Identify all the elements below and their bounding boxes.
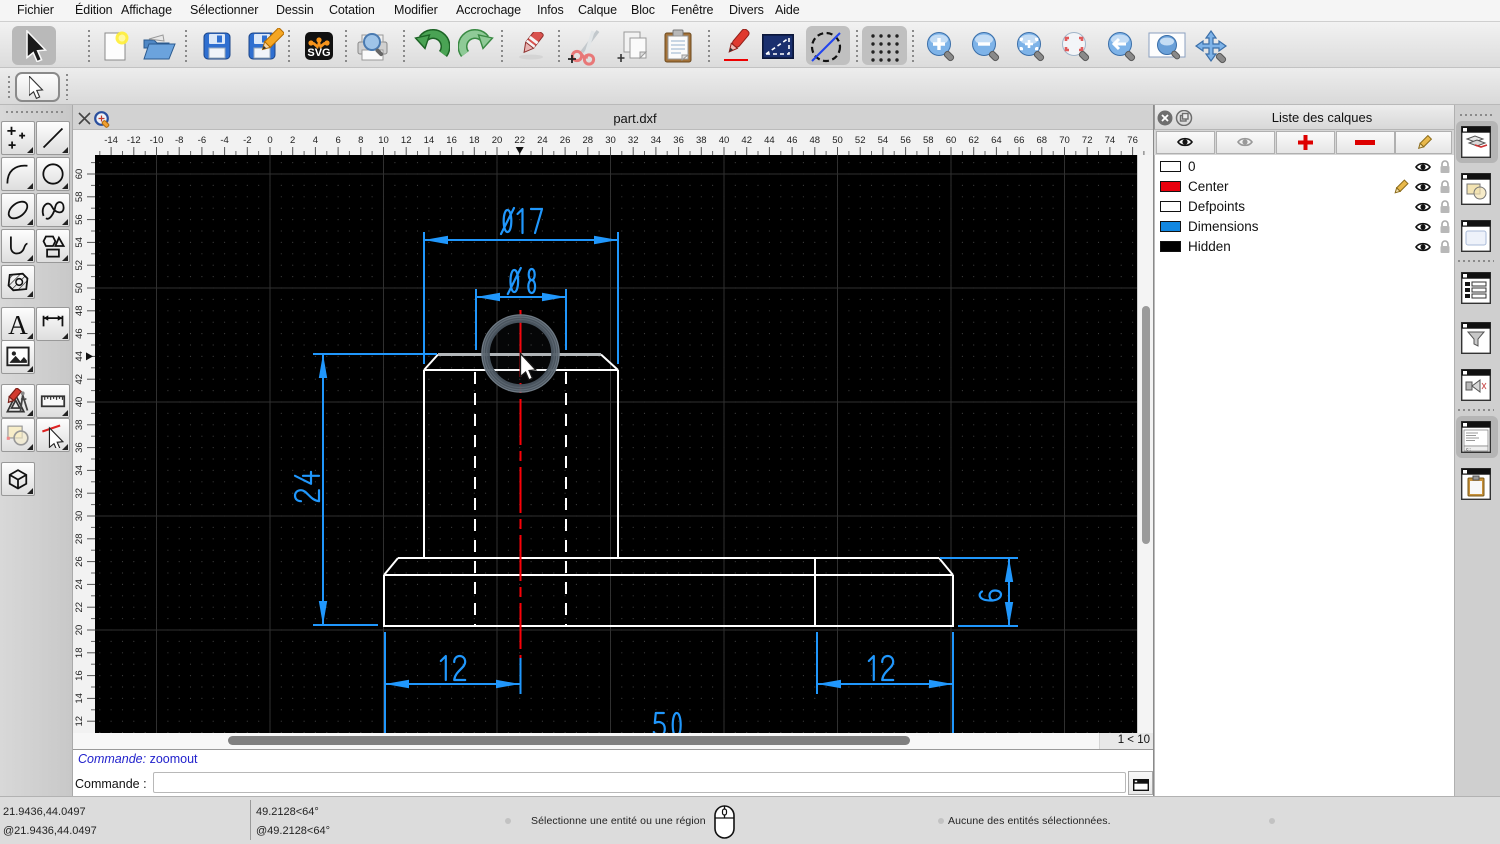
svg-text:40: 40	[719, 135, 730, 146]
svg-text:54: 54	[878, 135, 889, 146]
svg-text:28: 28	[583, 135, 594, 146]
svg-text:12: 12	[401, 135, 412, 146]
svg-text:A: A	[8, 311, 28, 337]
svg-text:32: 32	[628, 135, 639, 146]
svg-text:46: 46	[74, 328, 85, 339]
svg-text:42: 42	[74, 374, 85, 385]
svg-text:62: 62	[968, 135, 979, 146]
svg-text:16: 16	[446, 135, 457, 146]
svg-text:44: 44	[764, 135, 775, 146]
svg-text:14: 14	[74, 693, 85, 704]
svg-text:12: 12	[74, 716, 85, 727]
svg-text:48: 48	[74, 306, 85, 317]
svg-text:36: 36	[673, 135, 684, 146]
svg-text:-4: -4	[220, 135, 228, 146]
svg-text:72: 72	[1082, 135, 1093, 146]
svg-text:52: 52	[74, 260, 85, 271]
svg-text:36: 36	[74, 442, 85, 453]
svg-text:58: 58	[74, 192, 85, 203]
svg-text:14: 14	[424, 135, 435, 146]
svg-text:26: 26	[74, 556, 85, 567]
svg-text:60: 60	[74, 169, 85, 180]
svg-text:18: 18	[74, 648, 85, 659]
svg-text:6: 6	[335, 135, 340, 146]
svg-text:30: 30	[605, 135, 616, 146]
svg-text:-8: -8	[175, 135, 183, 146]
svg-text:50: 50	[74, 283, 85, 294]
svg-text:42: 42	[741, 135, 752, 146]
svg-text:30: 30	[74, 511, 85, 522]
svg-text:20: 20	[74, 625, 85, 636]
svg-text:44: 44	[74, 351, 85, 362]
svg-text:8: 8	[358, 135, 363, 146]
svg-text:24: 24	[537, 135, 548, 146]
svg-text:40: 40	[74, 397, 85, 408]
svg-text:10: 10	[378, 135, 389, 146]
svg-text:34: 34	[651, 135, 662, 146]
svg-text:32: 32	[74, 488, 85, 499]
svg-text:54: 54	[74, 237, 85, 248]
svg-text:68: 68	[1037, 135, 1048, 146]
svg-text:0: 0	[267, 135, 272, 146]
svg-text:58: 58	[923, 135, 934, 146]
svg-text:SVG: SVG	[307, 47, 330, 59]
svg-text:60: 60	[946, 135, 957, 146]
svg-text:52: 52	[855, 135, 866, 146]
svg-text:-2: -2	[243, 135, 251, 146]
svg-text:74: 74	[1105, 135, 1116, 146]
svg-text:66: 66	[1014, 135, 1025, 146]
svg-text:64: 64	[991, 135, 1002, 146]
svg-text:46: 46	[787, 135, 798, 146]
svg-text:2: 2	[290, 135, 295, 146]
svg-text:56: 56	[900, 135, 911, 146]
svg-text:22: 22	[514, 135, 525, 146]
svg-text:-12: -12	[127, 135, 141, 146]
svg-text:-6: -6	[198, 135, 206, 146]
svg-text:76: 76	[1127, 135, 1138, 146]
svg-text:50: 50	[832, 135, 843, 146]
svg-text:18: 18	[469, 135, 480, 146]
svg-text:4: 4	[313, 135, 318, 146]
svg-text:c:: c:	[1466, 448, 1471, 453]
svg-text:28: 28	[74, 534, 85, 545]
svg-text:-14: -14	[104, 135, 118, 146]
svg-text:20: 20	[492, 135, 503, 146]
svg-text:56: 56	[74, 214, 85, 225]
svg-text:38: 38	[74, 420, 85, 431]
svg-text:22: 22	[74, 602, 85, 613]
svg-text:26: 26	[560, 135, 571, 146]
svg-text:38: 38	[696, 135, 707, 146]
svg-text:24: 24	[74, 579, 85, 590]
svg-text:48: 48	[810, 135, 821, 146]
svg-text:34: 34	[74, 465, 85, 476]
svg-text:-10: -10	[150, 135, 164, 146]
svg-text:16: 16	[74, 670, 85, 681]
svg-text:70: 70	[1059, 135, 1070, 146]
